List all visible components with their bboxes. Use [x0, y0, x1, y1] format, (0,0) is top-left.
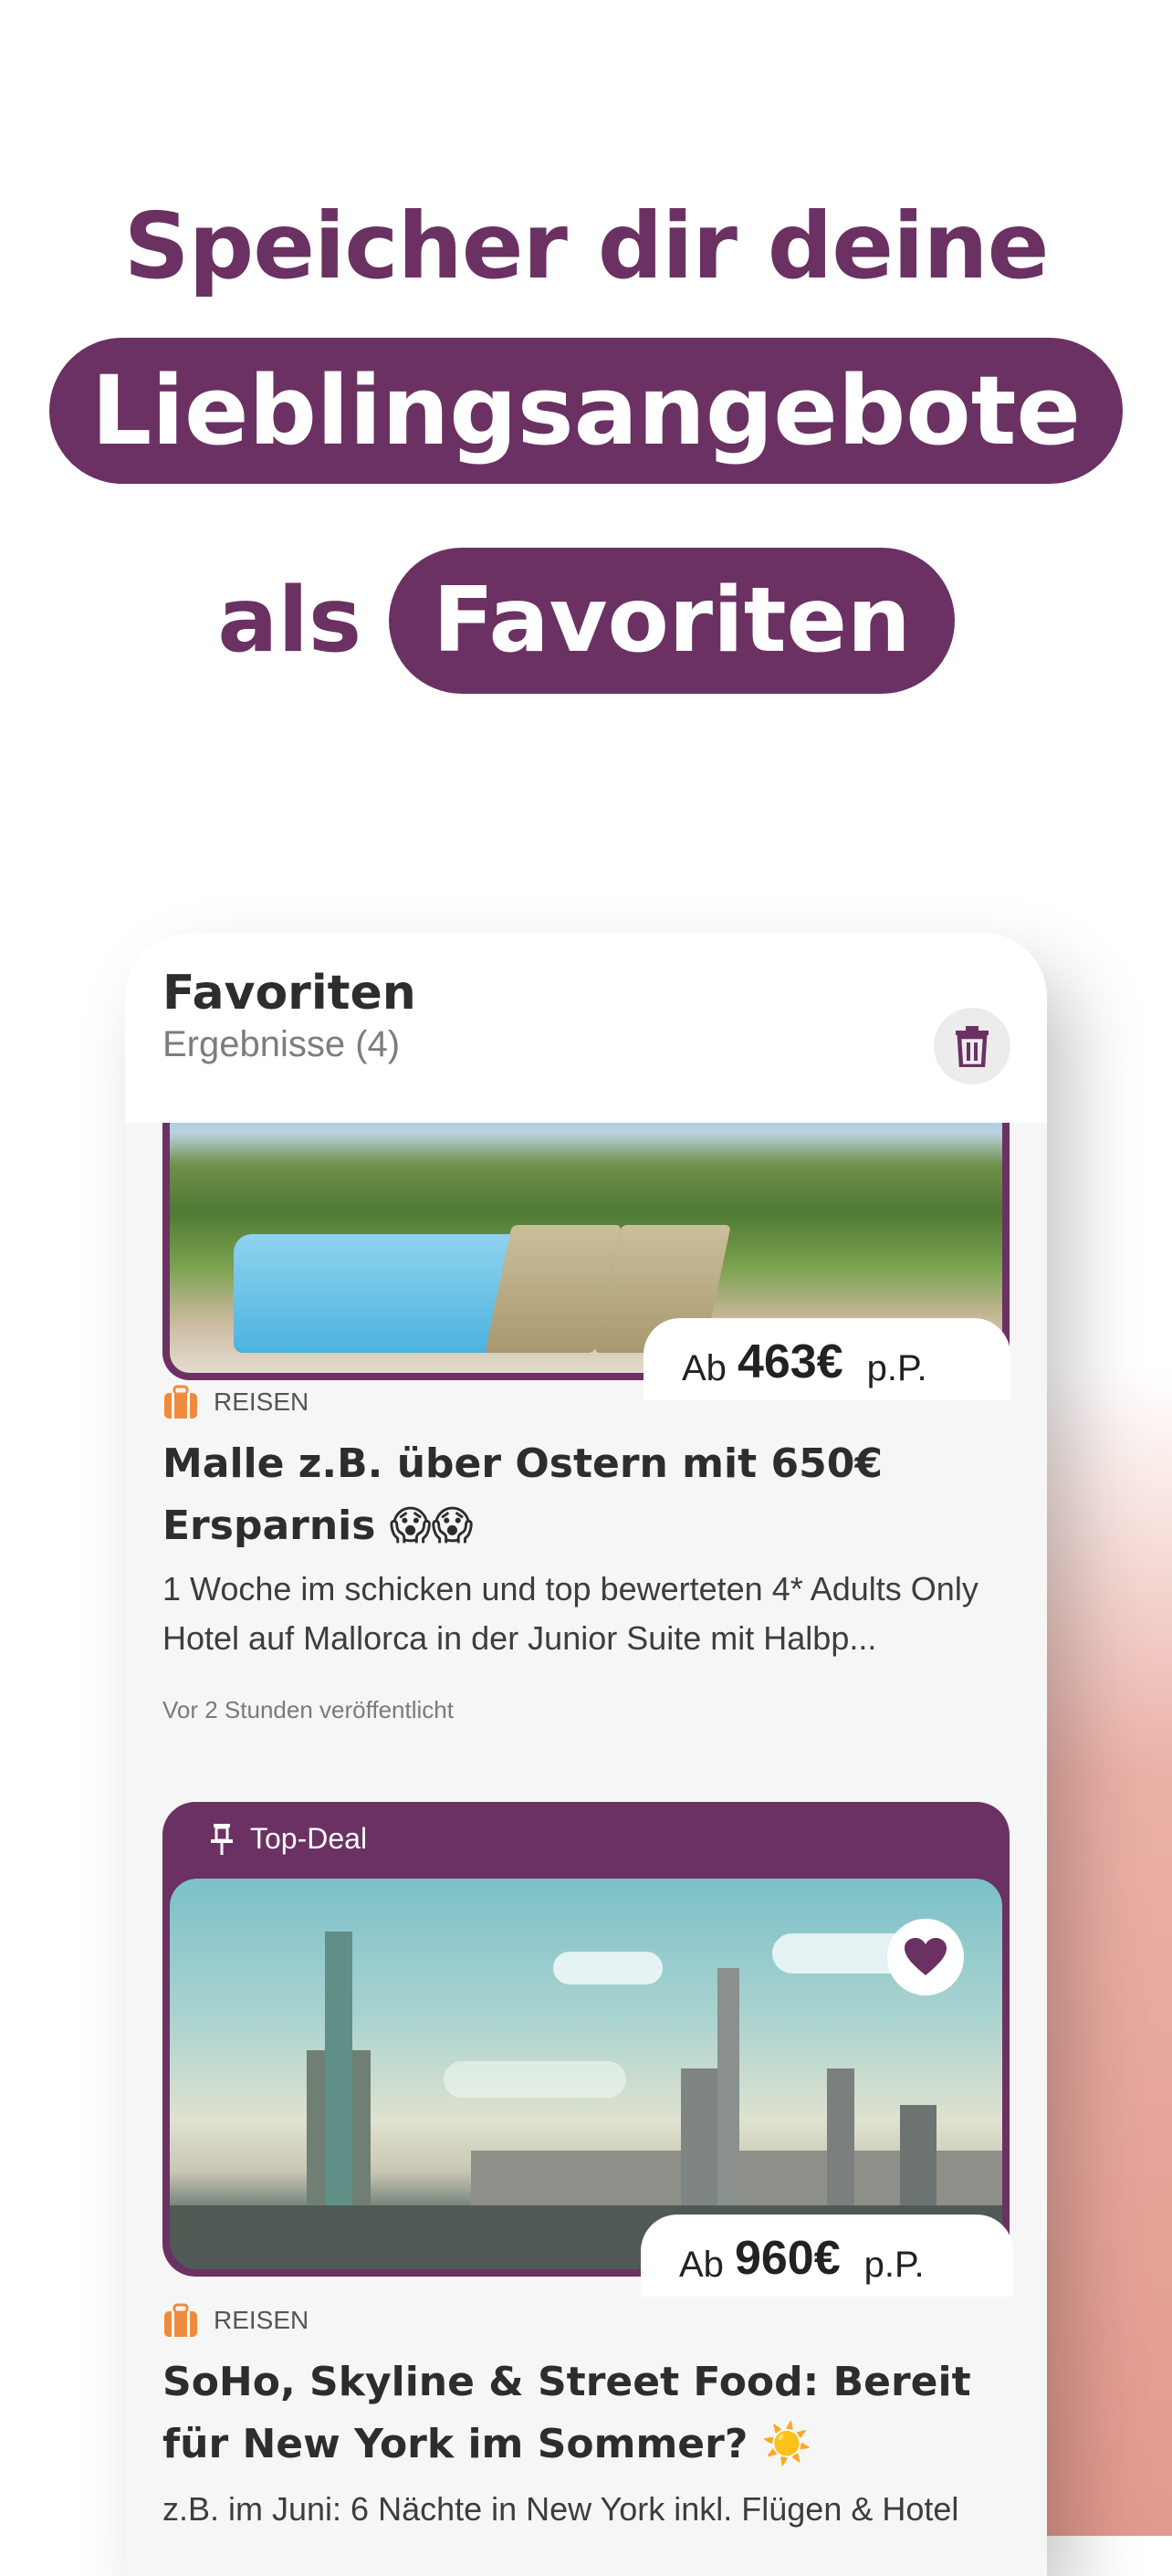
- tower-shape: [717, 1968, 739, 2205]
- price-prefix: Ab: [679, 2245, 724, 2285]
- phone-screen: Favoriten Ergebnisse (4) Ab 463€ p.P. RE…: [125, 933, 1047, 2576]
- tower-shape: [900, 2105, 937, 2205]
- offer-description: z.B. im Juni: 6 Nächte in New York inkl.…: [162, 2490, 959, 2528]
- pin-icon: [211, 1823, 233, 1855]
- price-badge: Ab 960€ p.P.: [641, 2215, 1013, 2297]
- category-row: REISEN: [162, 1384, 309, 1420]
- favorites-header: Favoriten Ergebnisse (4): [125, 933, 1047, 1123]
- offer-title[interactable]: Malle z.B. über Ostern mit 650€ Ersparni…: [162, 1433, 1002, 1557]
- statue-shape: [325, 1932, 352, 2205]
- cloud-shape: [553, 1952, 663, 1984]
- price-value: 463€: [737, 1335, 843, 1388]
- offer-title[interactable]: SoHo, Skyline & Street Food: Bereit für …: [162, 2351, 1002, 2476]
- topdeal-label: Top-Deal: [210, 1822, 367, 1856]
- headline-pill-lieblingsangebote: Lieblingsangebote: [49, 338, 1123, 484]
- price-suffix: p.P.: [866, 1348, 927, 1388]
- delete-button[interactable]: [934, 1008, 1010, 1084]
- offer-card-topdeal[interactable]: Top-Deal: [162, 1802, 1010, 2277]
- favorite-button[interactable]: [887, 1919, 964, 1995]
- offer-description: 1 Woche im schicken und top bewerteten 4…: [162, 1570, 978, 1657]
- headline: Speicher dir deine Lieblingsangebote als…: [0, 183, 1172, 694]
- headline-line3: als Favoriten: [0, 548, 1172, 694]
- cloud-shape: [444, 2061, 626, 2098]
- price-value: 960€: [734, 2232, 841, 2285]
- heart-icon: [905, 1938, 947, 1975]
- price-prefix: Ab: [682, 1348, 727, 1388]
- price-badge: Ab 463€ p.P.: [644, 1318, 1010, 1400]
- suitcase-icon: [164, 1385, 197, 1419]
- tower-shape: [827, 2068, 854, 2205]
- offer-image-newyork[interactable]: [170, 1879, 1002, 2269]
- category-row: REISEN: [162, 2302, 309, 2339]
- tower-shape: [681, 2068, 717, 2205]
- results-count: Ergebnisse (4): [162, 1024, 401, 1064]
- headline-line2: Lieblingsangebote: [0, 338, 1172, 484]
- published-time: Vor 2 Stunden veröffentlicht: [162, 1696, 454, 1723]
- suitcase-icon: [164, 2303, 197, 2337]
- headline-als: als: [217, 569, 362, 673]
- category-label: REISEN: [214, 1387, 309, 1416]
- favorites-title: Favoriten: [162, 966, 416, 1021]
- price-suffix: p.P.: [863, 2245, 925, 2285]
- trash-icon: [956, 1026, 989, 1067]
- headline-pill-favoriten: Favoriten: [389, 548, 955, 694]
- category-label: REISEN: [214, 2306, 309, 2334]
- topdeal-text: Top-Deal: [250, 1822, 368, 1855]
- headline-line1: Speicher dir deine: [123, 193, 1050, 299]
